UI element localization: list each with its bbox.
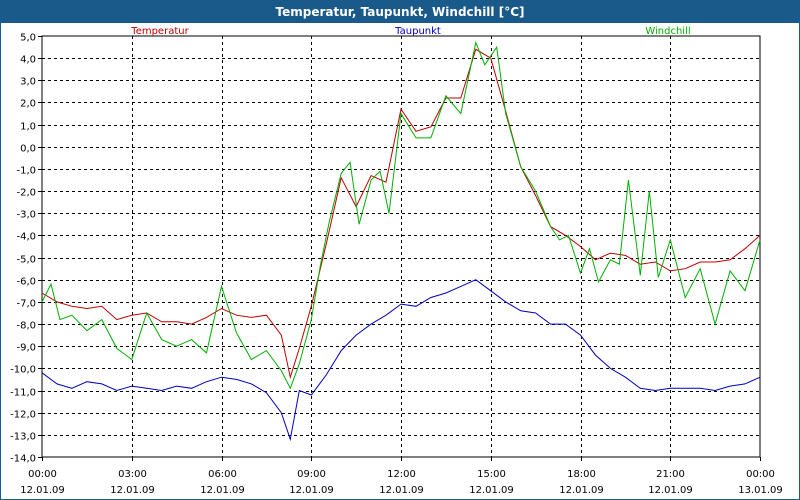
grid bbox=[41, 35, 761, 458]
y-tick-label: -14,0 bbox=[10, 454, 36, 465]
x-tick-date-label: 12.01.09 bbox=[289, 485, 334, 496]
line-chart: 5,0 4,0 3,0 2,0 1,0 0,0 -1,0 -2,0 -3,0 -4,0 -5,0 -6… bbox=[10, 26, 783, 496]
x-tick-time-label: 09:00 bbox=[297, 469, 326, 480]
y-tick-label: -7,0 bbox=[16, 299, 36, 310]
x-tick-time-label: 15:00 bbox=[477, 469, 506, 480]
x-tick-time-label: 03:00 bbox=[118, 469, 147, 480]
x-tick-time-label: 18:00 bbox=[567, 469, 596, 480]
legend: Temperatur Taupunkt Windchill bbox=[130, 26, 690, 37]
x-tick-date-label: 12.01.09 bbox=[648, 485, 693, 496]
x-tick-time-label: 21:00 bbox=[656, 469, 685, 480]
y-tick-label: -12,0 bbox=[10, 410, 36, 421]
x-tick-time-label: 00:00 bbox=[28, 469, 57, 480]
y-tick-label: -4,0 bbox=[16, 232, 36, 243]
y-tick-label: -10,0 bbox=[10, 365, 36, 376]
x-tick-date-label: 13.01.09 bbox=[738, 485, 783, 496]
y-tick-label: -11,0 bbox=[10, 388, 36, 399]
y-tick-label: -5,0 bbox=[16, 255, 36, 266]
x-tick-date-label: 12.01.09 bbox=[20, 485, 65, 496]
x-tick-time-label: 12:00 bbox=[387, 469, 416, 480]
y-tick-label: 4,0 bbox=[20, 55, 36, 66]
y-tick-label: -9,0 bbox=[16, 343, 36, 354]
y-tick-label: 2,0 bbox=[20, 99, 36, 110]
y-tick-label: -8,0 bbox=[16, 321, 36, 332]
y-tick-label: 3,0 bbox=[20, 77, 36, 88]
y-tick-label: -1,0 bbox=[16, 166, 36, 177]
x-tick-date-label: 12.01.09 bbox=[379, 485, 424, 496]
x-tick-time-label: 00:00 bbox=[746, 469, 775, 480]
y-tick-label: 5,0 bbox=[20, 33, 36, 44]
y-tick-label: -6,0 bbox=[16, 277, 36, 288]
x-tick-date-label: 12.01.09 bbox=[110, 485, 155, 496]
y-tick-label: -13,0 bbox=[10, 432, 36, 443]
legend-entry-temperatur: Temperatur bbox=[130, 26, 189, 37]
x-tick-date-label: 12.01.09 bbox=[200, 485, 245, 496]
x-tick-date-label: 12.01.09 bbox=[559, 485, 604, 496]
legend-entry-windchill: Windchill bbox=[645, 26, 690, 37]
x-tick-date-label: 12.01.09 bbox=[469, 485, 514, 496]
y-tick-label: -3,0 bbox=[16, 210, 36, 221]
y-tick-label: 1,0 bbox=[20, 122, 36, 133]
y-tick-label: 0,0 bbox=[20, 144, 36, 155]
x-tick-time-label: 06:00 bbox=[208, 469, 237, 480]
y-tick-label: -2,0 bbox=[16, 188, 36, 199]
legend-entry-taupunkt: Taupunkt bbox=[394, 26, 441, 37]
